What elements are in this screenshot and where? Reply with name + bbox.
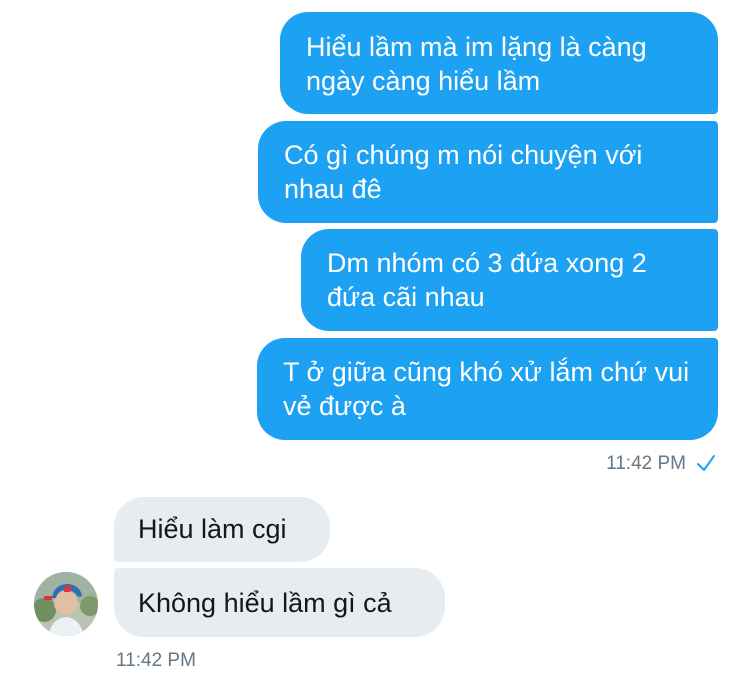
- incoming-message[interactable]: Hiểu làm cgi: [114, 497, 330, 562]
- outgoing-message[interactable]: Có gì chúng m nói chuyện với nhau đê: [258, 121, 718, 223]
- outgoing-message[interactable]: Dm nhóm có 3 đứa xong 2 đứa cãi nhau: [301, 229, 718, 331]
- message-text: Dm nhóm có 3 đứa xong 2 đứa cãi nhau: [327, 248, 647, 312]
- conversation-view: Hiểu lầm mà im lặng là càng ngày càng hi…: [0, 0, 750, 683]
- outgoing-message[interactable]: T ở giữa cũng khó xử lắm chứ vui vẻ được…: [257, 338, 718, 440]
- outgoing-message[interactable]: Hiểu lầm mà im lặng là càng ngày càng hi…: [280, 12, 718, 114]
- avatar[interactable]: [34, 572, 98, 636]
- outgoing-timestamp: 11:42 PM: [606, 453, 686, 474]
- message-text: Không hiểu lầm gì cả: [138, 588, 392, 618]
- avatar-image: [34, 572, 98, 636]
- check-icon: [697, 455, 715, 471]
- message-text: Hiểu làm cgi: [138, 514, 287, 544]
- message-text: Có gì chúng m nói chuyện với nhau đê: [284, 140, 643, 204]
- incoming-timestamp: 11:42 PM: [116, 650, 196, 671]
- incoming-message[interactable]: Không hiểu lầm gì cả: [114, 568, 445, 637]
- message-text: Hiểu lầm mà im lặng là càng ngày càng hi…: [306, 32, 647, 96]
- message-text: T ở giữa cũng khó xử lắm chứ vui vẻ được…: [283, 357, 690, 421]
